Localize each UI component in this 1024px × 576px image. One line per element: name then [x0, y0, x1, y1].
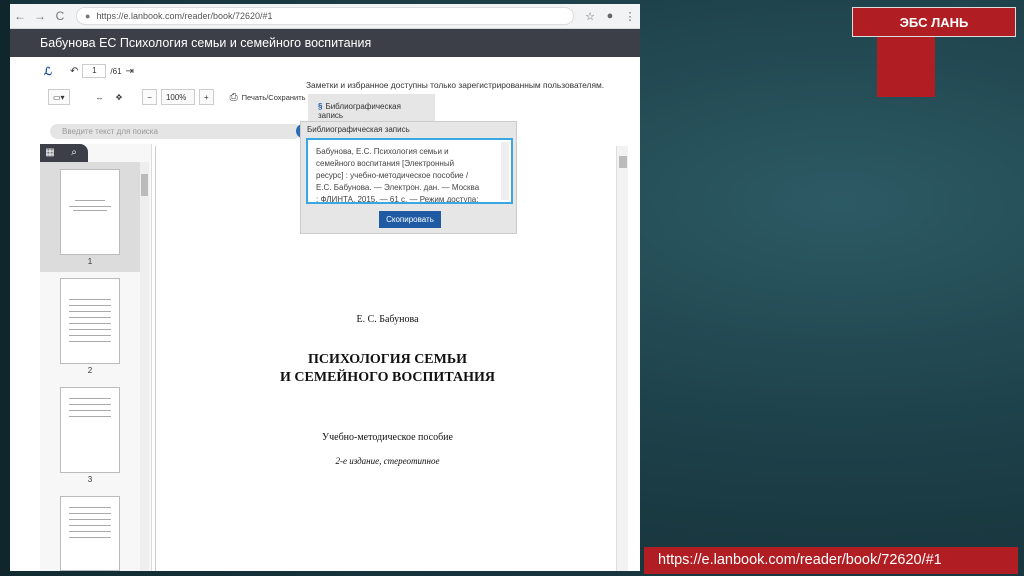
bib-text-box[interactable]: Бабунова, Е.С. Психология семьи и семейн… — [306, 138, 513, 204]
sidebar-scrollbar[interactable] — [140, 162, 149, 571]
print-save-button[interactable]: Печать/Сохранить — [242, 93, 314, 102]
thumbnail-number: 3 — [87, 475, 93, 484]
star-icon[interactable]: ☆ — [580, 10, 600, 23]
next-page-icon[interactable]: ⇥ — [126, 66, 134, 77]
search-input[interactable]: Введите текст для поиска — [50, 124, 302, 139]
zoom-in-button[interactable]: + — [198, 89, 214, 105]
bib-record-popup: Библиографическая запись Бабунова, Е.С. … — [300, 121, 517, 234]
page-mode-button[interactable]: ▭▾ — [48, 89, 70, 105]
menu-icon[interactable]: ⋮ — [620, 10, 640, 23]
bib-line: : ФЛИНТА, 2015. — 61 с. — Режим доступа: — [316, 195, 479, 204]
book-title: Бабунова ЕС Психология семьи и семейного… — [10, 29, 640, 57]
doc-title-line2: И СЕМЕЙНОГО ВОСПИТАНИЯ — [280, 370, 495, 385]
bib-record-tab[interactable]: § Библиографическая запись — [308, 94, 435, 121]
thumbnail-sidebar: ▦ ⌕ 1 2 3 — [40, 144, 152, 571]
fit-width-icon[interactable]: ↔ — [92, 89, 108, 105]
address-text: https://e.lanbook.com/reader/book/72620/… — [96, 11, 273, 21]
bib-line: Е.С. Бабунова. — Электрон. дан. — Москва — [316, 183, 480, 192]
page-input[interactable]: 1 — [82, 64, 107, 78]
search-icon[interactable]: ⌕ — [60, 144, 88, 162]
doc-edition: 2-е издание, стереотипное — [335, 456, 440, 466]
address-bar[interactable]: ● https://e.lanbook.com/reader/book/7262… — [76, 7, 574, 25]
url-caption[interactable]: https://e.lanbook.com/reader/book/72620/… — [644, 547, 1018, 574]
zoom-out-button[interactable]: − — [142, 89, 157, 105]
thumbnail-number: 2 — [87, 366, 93, 375]
slide-left-edge — [0, 0, 10, 576]
doc-author: Е. С. Бабунова — [356, 314, 419, 325]
bib-line: ресурс] : учебно-методическое пособие / — [316, 171, 469, 180]
prev-page-icon[interactable]: ↶ — [70, 66, 78, 77]
bib-line: семейного воспитания [Электронный — [316, 159, 455, 168]
bib-icon: § — [318, 102, 323, 111]
bib-line: Бабунова, Е.С. Психология семьи и — [316, 147, 449, 156]
forward-button[interactable]: → — [30, 9, 50, 23]
bib-tab-label: Библиографическая запись — [318, 102, 401, 120]
page-total: /61 — [110, 66, 122, 76]
page-thumbnail[interactable] — [60, 278, 120, 364]
doc-title-line1: ПСИХОЛОГИЯ СЕМЬИ — [307, 352, 468, 367]
notes-message: Заметки и избранное доступны только заре… — [306, 80, 605, 90]
grid-icon[interactable]: ▦ — [40, 144, 60, 162]
zoom-level[interactable]: 100% — [160, 89, 195, 105]
account-icon[interactable]: ● — [600, 10, 620, 22]
popup-title: Библиографическая запись — [307, 125, 410, 134]
page-thumbnail[interactable] — [60, 496, 120, 571]
browser-toolbar: ← → C ● https://e.lanbook.com/reader/boo… — [10, 4, 640, 29]
lan-logo-icon: ℒ — [44, 65, 52, 78]
lock-icon: ● — [85, 11, 91, 21]
back-button[interactable]: ← — [10, 9, 30, 23]
ebs-lan-badge: ЭБС ЛАНЬ — [852, 7, 1016, 37]
document-scrollbar[interactable] — [616, 146, 628, 571]
copy-button[interactable]: Скопировать — [379, 211, 441, 228]
bib-scrollbar[interactable] — [501, 142, 509, 200]
fit-page-icon[interactable]: ✥ — [112, 89, 127, 105]
page-thumbnail[interactable] — [60, 169, 120, 255]
browser-window: ← → C ● https://e.lanbook.com/reader/boo… — [10, 4, 640, 571]
reload-button[interactable]: C — [50, 9, 70, 23]
decorative-red-bar — [877, 37, 935, 97]
doc-subtitle: Учебно-методическое пособие — [322, 432, 453, 443]
thumbnail-number: 1 — [87, 257, 93, 266]
print-icon[interactable]: ⎙ — [230, 92, 238, 103]
page-thumbnail[interactable] — [60, 387, 120, 473]
